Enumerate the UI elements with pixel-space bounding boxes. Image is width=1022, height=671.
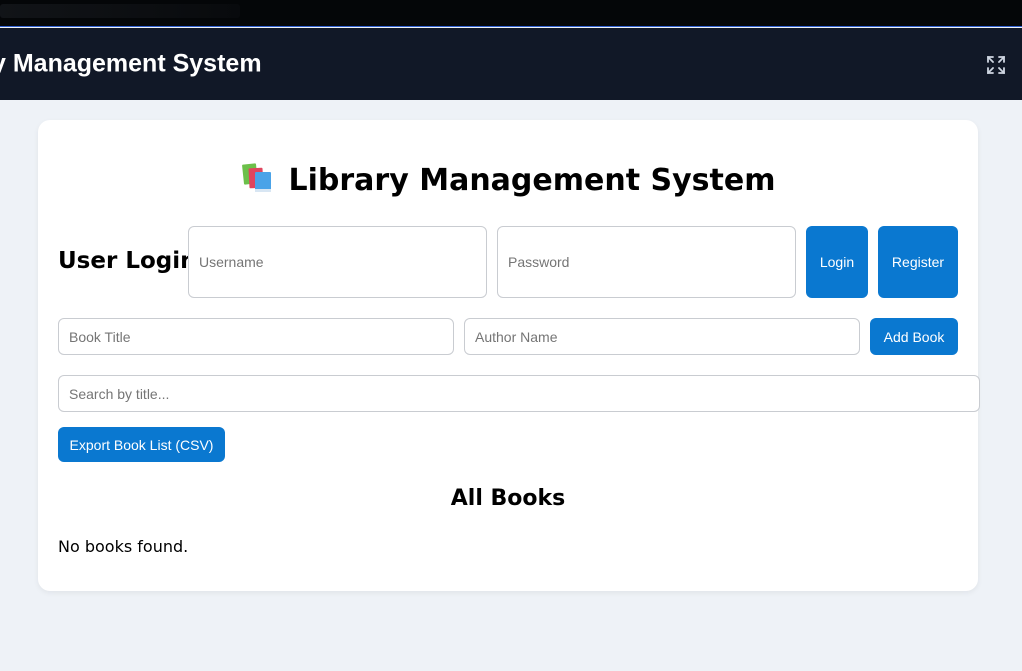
register-button[interactable]: Register (878, 226, 958, 298)
add-book-button[interactable]: Add Book (870, 318, 958, 355)
empty-list-message: No books found. (58, 537, 189, 556)
main-card: Library Management System User Login Log… (38, 120, 980, 591)
expand-icon[interactable] (987, 56, 1005, 74)
search-input[interactable] (58, 375, 980, 412)
username-input[interactable] (188, 226, 487, 298)
page-title-text: Library Management System (288, 163, 776, 198)
app-header: y Management System (0, 28, 1022, 100)
author-name-input[interactable] (464, 318, 860, 355)
user-login-label: User Login (58, 248, 197, 274)
export-csv-button[interactable]: Export Book List (CSV) (58, 427, 225, 462)
blurred-tab (0, 4, 240, 18)
login-button[interactable]: Login (806, 226, 868, 298)
book-title-input[interactable] (58, 318, 454, 355)
books-icon (241, 162, 275, 194)
all-books-heading: All Books (450, 486, 566, 511)
app-title: y Management System (0, 49, 262, 78)
page-title: Library Management System (38, 162, 978, 198)
browser-top-strip (0, 0, 1022, 27)
password-input[interactable] (497, 226, 796, 298)
